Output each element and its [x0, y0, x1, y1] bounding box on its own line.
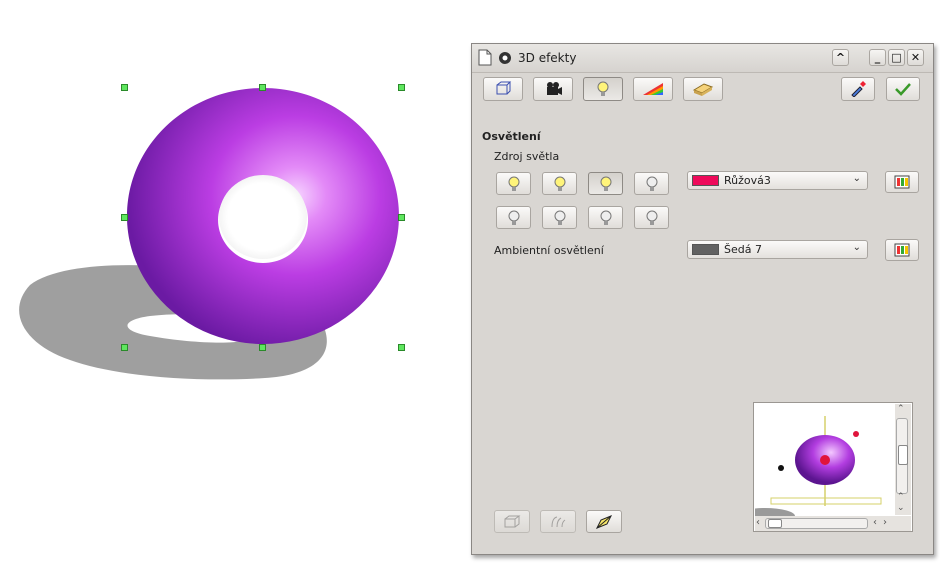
- 3d-effects-dialog: 3D efekty ^ _ □ ✕ Osvětlení Zdroj světla…: [471, 43, 934, 555]
- geometry-icon: [496, 81, 512, 95]
- hscrollbar-thumb[interactable]: [768, 519, 782, 528]
- app-icon: [499, 52, 511, 64]
- light-source-5-button[interactable]: [496, 206, 531, 229]
- illumination-button[interactable]: [583, 77, 623, 101]
- chevron-down-icon: ⌄: [852, 242, 861, 253]
- light-2-icon: [554, 176, 565, 191]
- scroll-up-icon[interactable]: ⌃: [897, 492, 905, 502]
- ambient-color-select[interactable]: Šedá 7 ⌄: [687, 240, 868, 259]
- selection-handle-right[interactable]: [398, 214, 405, 221]
- perspective-button[interactable]: [586, 510, 622, 533]
- material-button[interactable]: [683, 77, 723, 101]
- color-picker-icon: [894, 243, 910, 257]
- dialog-titlebar[interactable]: 3D efekty ^ _ □ ✕: [472, 44, 933, 73]
- color-picker-icon: [894, 175, 910, 189]
- light-color-select[interactable]: Růžová3 ⌄: [687, 171, 868, 190]
- dialog-title: 3D efekty: [518, 51, 577, 65]
- scroll-up-icon[interactable]: ⌃: [897, 404, 905, 414]
- section-heading: Osvětlení: [482, 130, 541, 143]
- light-6-icon: [554, 210, 565, 225]
- light-source-4-button[interactable]: [634, 172, 669, 195]
- update-button[interactable]: [886, 77, 920, 101]
- scroll-down-icon[interactable]: ⌄: [897, 503, 905, 513]
- light-color-value: Růžová3: [724, 174, 771, 187]
- ambient-color-swatch: [692, 244, 719, 255]
- convert-3d-icon: [504, 515, 521, 527]
- light-color-swatch: [692, 175, 719, 186]
- torus-hole: [219, 175, 307, 259]
- lathe-icon: [551, 516, 566, 527]
- selection-handle-bottom-left[interactable]: [121, 344, 128, 351]
- assign-icon: [851, 81, 866, 97]
- scrollbar-thumb[interactable]: [898, 445, 908, 465]
- scroll-right-icon[interactable]: ›: [883, 517, 887, 528]
- geometry-button[interactable]: [483, 77, 523, 101]
- light-source-1-button[interactable]: [496, 172, 531, 195]
- preview-vertical-scrollbar[interactable]: ⌃ ⌃ ⌄: [895, 404, 911, 515]
- minimize-button[interactable]: _: [869, 49, 886, 66]
- selection-handle-top-right[interactable]: [398, 84, 405, 91]
- selection-handle-bottom[interactable]: [259, 344, 266, 351]
- maximize-button[interactable]: □: [888, 49, 905, 66]
- selection-handle-bottom-right[interactable]: [398, 344, 405, 351]
- preview-horizontal-scrollbar[interactable]: ‹ ‹ ›: [755, 516, 911, 531]
- light-source-7-button[interactable]: [588, 206, 623, 229]
- convert-to-3d-button[interactable]: [494, 510, 530, 533]
- shading-button[interactable]: [533, 77, 573, 101]
- hscrollbar-track: [765, 518, 868, 529]
- preview-scene: [755, 416, 882, 516]
- light-1-icon: [508, 176, 519, 191]
- collapse-button[interactable]: ^: [832, 49, 849, 66]
- light-3-icon: [600, 176, 611, 191]
- selection-handle-top-left[interactable]: [121, 84, 128, 91]
- assign-button[interactable]: [841, 77, 875, 101]
- scroll-left-icon[interactable]: ‹: [756, 517, 760, 528]
- light-source-6-button[interactable]: [542, 206, 577, 229]
- material-icon: [692, 83, 714, 96]
- light-source-label: Zdroj světla: [494, 150, 560, 163]
- illumination-icon: [597, 81, 609, 96]
- 3d-preview[interactable]: ⌃ ⌃ ⌄ ‹ ‹ ›: [753, 402, 913, 532]
- document-icon: [478, 49, 492, 66]
- light-7-icon: [600, 210, 611, 225]
- selection-handle-top[interactable]: [259, 84, 266, 91]
- drawing-canvas[interactable]: [0, 0, 470, 569]
- light-source-2-button[interactable]: [542, 172, 577, 195]
- light-source-8-button[interactable]: [634, 206, 669, 229]
- ambient-light-label: Ambientní osvětlení: [494, 244, 604, 257]
- perspective-icon: [595, 514, 613, 529]
- selection-handle-left[interactable]: [121, 214, 128, 221]
- update-icon: [895, 83, 911, 96]
- ambient-color-picker-button[interactable]: [885, 239, 919, 261]
- chevron-down-icon: ⌄: [852, 173, 861, 184]
- close-button[interactable]: ✕: [907, 49, 924, 66]
- textures-icon: [643, 83, 663, 95]
- convert-to-lathe-button[interactable]: [540, 510, 576, 533]
- light-color-picker-button[interactable]: [885, 171, 919, 193]
- ambient-color-value: Šedá 7: [724, 243, 762, 256]
- scroll-left-icon[interactable]: ‹: [873, 517, 877, 528]
- textures-button[interactable]: [633, 77, 673, 101]
- light-8-icon: [646, 210, 657, 225]
- shading-icon: [547, 82, 562, 95]
- light-source-3-button[interactable]: [588, 172, 623, 195]
- light-5-icon: [508, 210, 519, 225]
- scrollbar-track: [896, 418, 908, 494]
- light-4-icon: [646, 176, 657, 191]
